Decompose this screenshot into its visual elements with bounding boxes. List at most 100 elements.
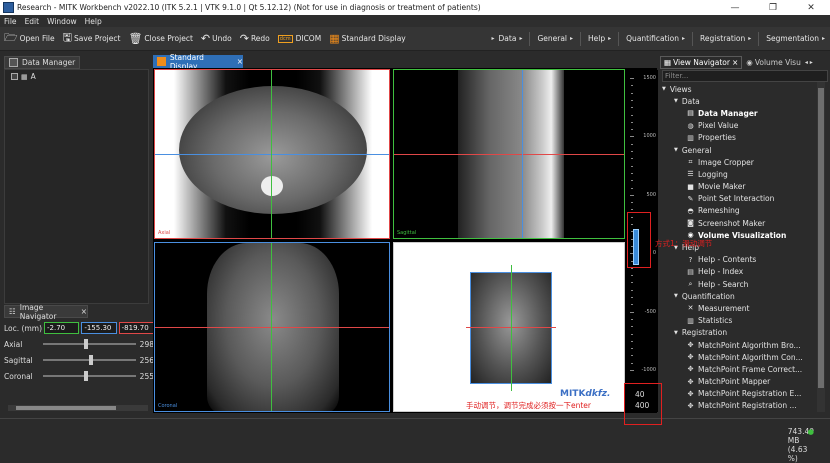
main-toolbar: 🗁 Open File 🖫 Save Project 🗑 Close Project …	[0, 27, 830, 51]
coronal-viewport[interactable]: Coronal	[154, 242, 390, 412]
undo-button[interactable]: ↶ Undo	[197, 29, 236, 49]
tree-item[interactable]: ✕ Measurement	[662, 302, 830, 314]
sagittal-crosshair-v	[522, 70, 523, 238]
menu-help[interactable]: Help	[81, 17, 106, 26]
tree-item[interactable]: ? Help - Contents	[662, 254, 830, 266]
tree-item[interactable]: ☰ Logging	[662, 168, 830, 180]
index-icon: ▤	[687, 267, 694, 276]
level-minor-tick	[631, 129, 633, 131]
tree-item[interactable]: ⌗ Image Cropper	[662, 156, 830, 168]
slider-handle[interactable]	[88, 355, 93, 365]
close-window-button[interactable]: ✕	[792, 3, 830, 13]
expand-arrow-icon[interactable]: ▼	[674, 293, 678, 299]
perspective-data[interactable]: ▸ Data ▸	[487, 29, 528, 49]
tree-item[interactable]: ▥ Statistics	[662, 315, 830, 327]
dicom-button[interactable]: dcm DICOM	[274, 29, 325, 49]
tree-item[interactable]: ▤ Data Manager	[662, 107, 830, 119]
tab-data-manager[interactable]: Data Manager	[4, 56, 80, 69]
dropdown-arrow-icon: ▸	[821, 35, 825, 42]
close-tab-icon[interactable]: ×	[732, 58, 738, 67]
separator	[758, 31, 760, 46]
scrollbar-thumb[interactable]	[818, 88, 824, 388]
expand-arrow-icon[interactable]: ▼	[674, 98, 678, 104]
slice-slider[interactable]	[42, 355, 136, 365]
level-tick-label: 0	[652, 250, 656, 257]
maximize-button[interactable]: ❐	[754, 3, 792, 13]
tree-item-label: Properties	[698, 133, 736, 143]
save-project-button[interactable]: 🖫 Save Project	[59, 29, 125, 49]
tree-item[interactable]: ▤ Help - Index	[662, 266, 830, 278]
slider-value: 255	[139, 371, 154, 381]
undo-label: Undo	[212, 34, 232, 43]
tab-volume-visualization[interactable]: ◉ Volume Visu	[742, 58, 805, 67]
tree-category[interactable]: ▼ General	[662, 144, 830, 156]
slice-slider[interactable]	[42, 371, 136, 381]
tree-category[interactable]: ▼ Views	[662, 83, 830, 95]
tree-category[interactable]: ▼ Registration	[662, 327, 830, 339]
axial-viewport[interactable]: Axial	[154, 69, 390, 239]
tree-item-label: Pixel Value	[698, 121, 739, 131]
tree-category[interactable]: ▼ Quantification	[662, 290, 830, 302]
loc-z-spinbox[interactable]: -819.70	[118, 322, 154, 334]
expand-arrow-icon[interactable]: ▼	[662, 86, 666, 92]
tree-category[interactable]: ▼ Data	[662, 95, 830, 107]
tree-item[interactable]: ◍ Pixel Value	[662, 120, 830, 132]
close-project-button[interactable]: 🗑 Close Project	[124, 29, 196, 49]
tab-image-navigator[interactable]: ☷ Image Navigator ×	[4, 303, 88, 321]
tab-standard-display[interactable]: Standard Display ×	[153, 53, 243, 71]
loc-x-spinbox[interactable]: -2.70	[44, 322, 80, 334]
slider-handle[interactable]	[84, 339, 89, 349]
open-file-button[interactable]: 🗁 Open File	[0, 29, 59, 49]
redo-button[interactable]: ↷ Redo	[236, 29, 274, 49]
tree-item[interactable]: ✥ MatchPoint Frame Correct...	[662, 363, 830, 375]
tree-item[interactable]: ✥ MatchPoint Registration E...	[662, 388, 830, 400]
perspective-quantification[interactable]: Quantification ▸	[621, 29, 690, 49]
data-node[interactable]: ▦ A	[11, 72, 148, 81]
filter-input[interactable]: Filter...	[662, 70, 828, 82]
close-tab-icon[interactable]: ×	[237, 57, 243, 66]
tree-item[interactable]: ⌕ Help - Search	[662, 278, 830, 290]
level-minor-tick	[631, 172, 633, 174]
slider-label: Axial	[4, 339, 23, 349]
menu-window[interactable]: Window	[43, 17, 81, 26]
tree-item[interactable]: ✥ MatchPoint Algorithm Bro...	[662, 339, 830, 351]
tab-scroll-icon[interactable]: ◂ ▸	[805, 59, 813, 66]
expand-arrow-icon[interactable]: ▼	[674, 330, 678, 336]
menu-edit[interactable]: Edit	[21, 17, 44, 26]
view-navigator-scrollbar[interactable]	[817, 82, 825, 412]
menu-file[interactable]: File	[0, 17, 21, 26]
scrollbar-thumb[interactable]	[16, 406, 116, 410]
standard-display-button[interactable]: ▦ Standard Display	[325, 29, 410, 49]
tree-item[interactable]: ✎ Point Set Interaction	[662, 193, 830, 205]
3d-viewport[interactable]: MITKdkfz.	[393, 242, 625, 412]
tree-item[interactable]: ◓ Remeshing	[662, 205, 830, 217]
slider-highlight-box	[627, 212, 651, 268]
expand-arrow-icon[interactable]: ▼	[674, 147, 678, 153]
perspective-registration[interactable]: Registration ▸	[695, 29, 756, 49]
minimize-button[interactable]: —	[716, 3, 754, 13]
sagittal-viewport[interactable]: Sagittal	[393, 69, 625, 239]
tree-item[interactable]: ✥ MatchPoint Registration ...	[662, 400, 830, 412]
slider-handle[interactable]	[84, 371, 89, 381]
tree-item[interactable]: ▥ Properties	[662, 132, 830, 144]
tree-item[interactable]: ✥ MatchPoint Algorithm Con...	[662, 351, 830, 363]
horizontal-scrollbar[interactable]	[8, 405, 148, 411]
tree-item-label: Screenshot Maker	[698, 218, 766, 228]
tree-item[interactable]: ◙ Screenshot Maker	[662, 217, 830, 229]
level-minor-tick	[631, 362, 633, 364]
level-minor-tick	[631, 99, 633, 101]
render-window[interactable]: Axial Sagittal Coronal MITKdkfz.	[153, 68, 657, 413]
tab-view-navigator[interactable]: ▦ View Navigator ×	[660, 55, 743, 69]
redo-label: Redo	[250, 34, 270, 43]
tree-item-label: MatchPoint Algorithm Bro...	[698, 340, 801, 350]
loc-y-spinbox[interactable]: -155.30	[81, 322, 117, 334]
tree-item[interactable]: ■ Movie Maker	[662, 181, 830, 193]
visibility-checkbox[interactable]	[11, 73, 18, 80]
level-tick-mark	[630, 370, 634, 371]
perspective-help[interactable]: Help ▸	[583, 29, 616, 49]
close-tab-icon[interactable]: ×	[81, 307, 87, 316]
tree-item[interactable]: ✥ MatchPoint Mapper	[662, 376, 830, 388]
slice-slider[interactable]	[42, 339, 136, 349]
perspective-general[interactable]: General ▸	[532, 29, 578, 49]
perspective-segmentation[interactable]: Segmentation ▸	[761, 29, 830, 49]
